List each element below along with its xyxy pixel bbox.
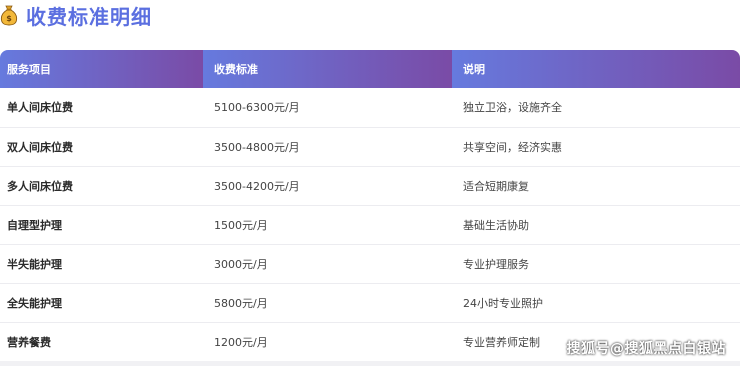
bottom-divider — [0, 361, 740, 366]
cell-description: 适合短期康复 — [463, 179, 529, 193]
cell-fee: 3500-4200元/月 — [214, 179, 300, 193]
cell-fee: 3000元/月 — [214, 257, 268, 271]
cell-fee: 1200元/月 — [214, 335, 268, 349]
cell-description: 共享空间，经济实惠 — [463, 140, 562, 154]
table-row: 双人间床位费 3500-4800元/月 共享空间，经济实惠 — [0, 127, 740, 166]
column-header-fee: 收费标准 — [203, 50, 452, 88]
cell-fee: 3500-4800元/月 — [214, 140, 300, 154]
cell-service: 营养餐费 — [7, 335, 51, 349]
cell-description: 专业护理服务 — [463, 257, 529, 271]
cell-service: 双人间床位费 — [7, 140, 73, 154]
table-header-row: 服务项目 收费标准 说明 — [0, 50, 740, 88]
svg-text:$: $ — [6, 14, 12, 23]
table-row: 多人间床位费 3500-4200元/月 适合短期康复 — [0, 166, 740, 205]
page-title: 收费标准明细 — [26, 4, 152, 29]
column-header-description: 说明 — [452, 50, 740, 88]
column-header-service: 服务项目 — [0, 50, 203, 88]
cell-service: 全失能护理 — [7, 296, 62, 310]
cell-fee: 5100-6300元/月 — [214, 101, 300, 115]
cell-fee: 5800元/月 — [214, 296, 268, 310]
watermark: 搜狐号@搜狐黑点白银站 — [566, 341, 726, 357]
page-title-row: $ 收费标准明细 — [0, 0, 152, 30]
cell-description: 24小时专业照护 — [463, 296, 543, 310]
table-row: 半失能护理 3000元/月 专业护理服务 — [0, 244, 740, 283]
fee-table-container: 服务项目 收费标准 说明 单人间床位费 5100-6300元/月 独立卫浴，设施… — [0, 50, 740, 362]
cell-fee: 1500元/月 — [214, 218, 268, 232]
table-row: 自理型护理 1500元/月 基础生活协助 — [0, 205, 740, 244]
cell-description: 基础生活协助 — [463, 218, 529, 232]
table-row: 单人间床位费 5100-6300元/月 独立卫浴，设施齐全 — [0, 88, 740, 127]
cell-service: 单人间床位费 — [7, 101, 73, 115]
fee-table: 服务项目 收费标准 说明 单人间床位费 5100-6300元/月 独立卫浴，设施… — [0, 50, 740, 362]
cell-description: 独立卫浴，设施齐全 — [463, 101, 562, 115]
cell-service: 自理型护理 — [7, 218, 62, 232]
table-row: 全失能护理 5800元/月 24小时专业照护 — [0, 283, 740, 322]
cell-service: 半失能护理 — [7, 257, 62, 271]
money-bag-icon: $ — [0, 4, 18, 26]
cell-service: 多人间床位费 — [7, 179, 73, 193]
